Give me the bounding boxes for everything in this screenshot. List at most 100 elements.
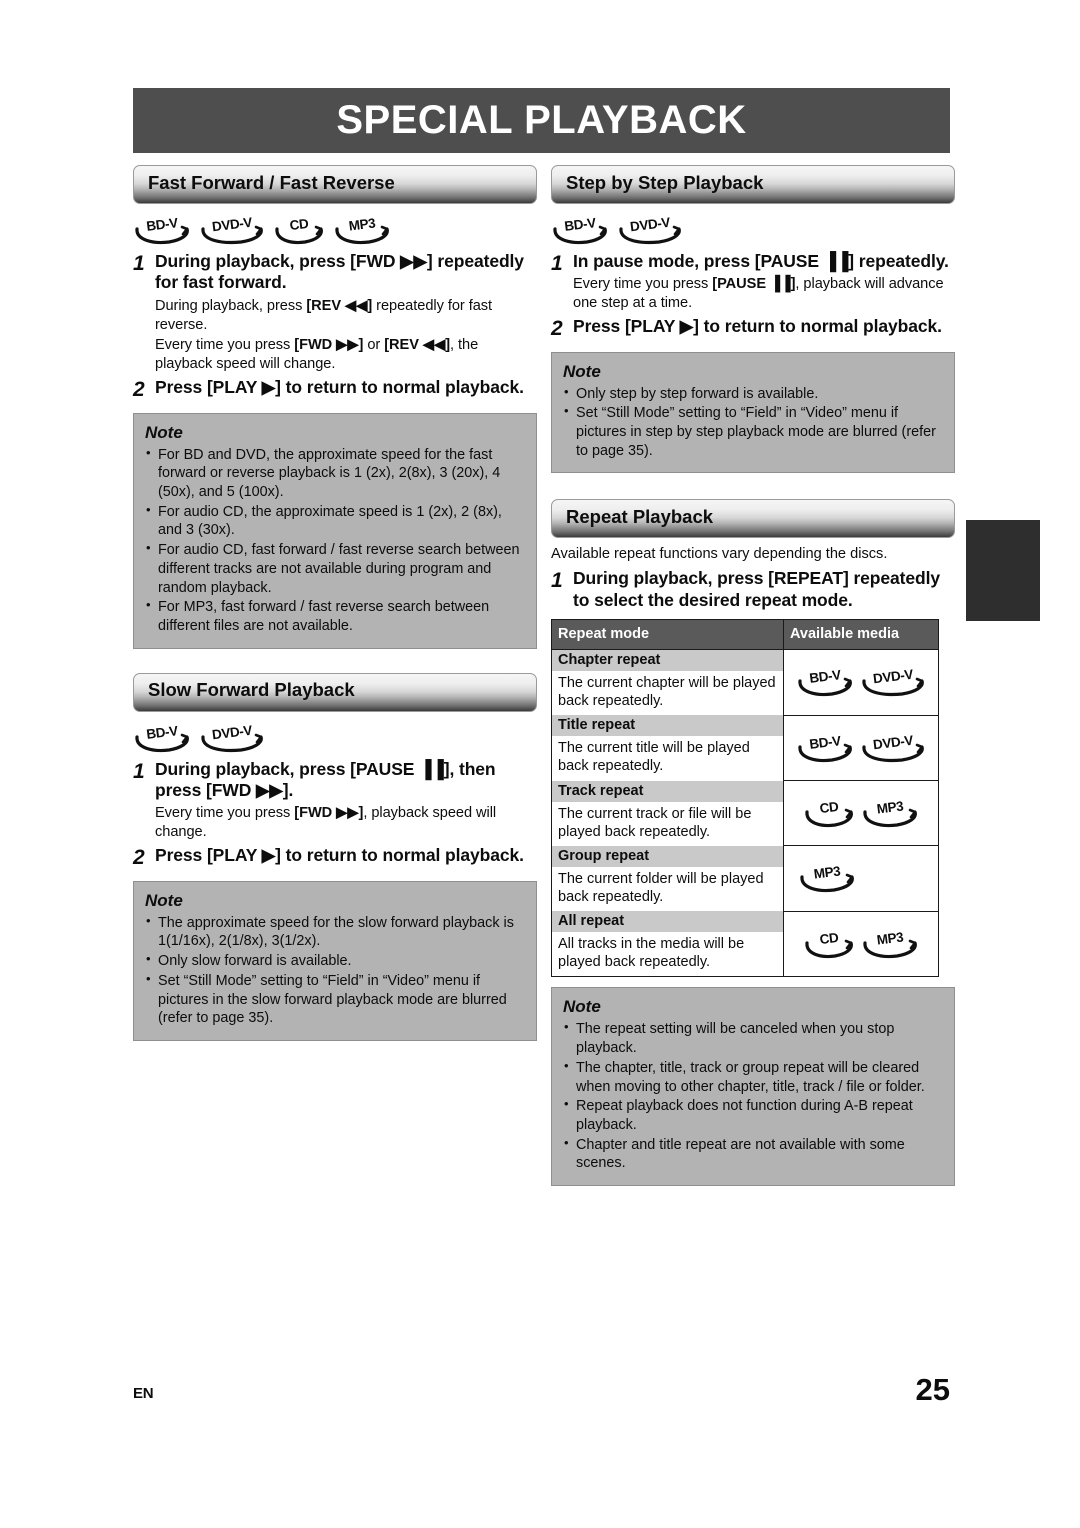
step-2: 2 Press [PLAY ▶] to return to normal pla…: [551, 316, 955, 342]
media-cell: BD-V DVD-V: [783, 649, 939, 716]
note-item: Set “Still Mode” setting to “Field” in “…: [145, 971, 525, 1028]
badge-dvd-v: DVD-V: [617, 215, 683, 245]
section-header-repeat-playback: Repeat Playback: [551, 499, 955, 539]
step-number: 2: [133, 377, 145, 401]
note-title: Note: [145, 890, 183, 910]
step-subtext: During playback, press [REV ◀◀] repeated…: [155, 297, 493, 333]
note-item: Set “Still Mode” setting to “Field” in “…: [563, 403, 943, 460]
badge-bd-v: BD-V: [133, 723, 191, 753]
step-number: 2: [551, 316, 563, 340]
badge-bd-v: BD-V: [796, 733, 854, 763]
mode-description: The current title will be played back re…: [552, 736, 783, 781]
step-subtext: Every time you press [FWD ▶▶] or [REV ◀◀…: [155, 337, 479, 373]
badge-cd: CD: [803, 929, 855, 959]
mode-cell: Chapter repeat The current chapter will …: [552, 650, 784, 716]
mode-cell: All repeat All tracks in the media will …: [552, 911, 784, 977]
step-title: During playback, press [FWD ▶▶] repeated…: [155, 251, 524, 293]
step-1: 1 During playback, press [PAUSE ▐▐], the…: [133, 759, 537, 842]
table-row: Title repeat The current title will be p…: [552, 714, 939, 782]
repeat-mode-table: Repeat mode Available media Chapter repe…: [551, 619, 939, 978]
step-number: 2: [133, 846, 145, 870]
footer-page-number: 25: [915, 1372, 950, 1407]
table-row: All repeat All tracks in the media will …: [552, 910, 939, 978]
step-subtext: Every time you press [PAUSE ▐▐], playbac…: [573, 276, 944, 312]
badge-mp3: MP3: [861, 929, 919, 959]
media-cell: CD MP3: [783, 910, 939, 978]
badge-dvd-v: DVD-V: [860, 733, 926, 763]
note-box-slow-forward: Note The approximate speed for the slow …: [133, 880, 537, 1041]
step-title: Press [PLAY ▶] to return to normal playb…: [155, 845, 524, 866]
note-item: Repeat playback does not function during…: [563, 1096, 943, 1134]
note-box-fast-forward: Note For BD and DVD, the approximate spe…: [133, 412, 537, 649]
note-list: For BD and DVD, the approximate speed fo…: [145, 445, 525, 636]
page-title-banner: SPECIAL PLAYBACK: [133, 88, 950, 153]
table-row: Group repeat The current folder will be …: [552, 845, 939, 912]
mode-cell: Title repeat The current title will be p…: [552, 715, 784, 781]
step-title: In pause mode, press [PAUSE ▐▐] repeated…: [573, 251, 949, 271]
note-item: Chapter and title repeat are not availab…: [563, 1135, 943, 1173]
section-fast-forward: Fast Forward / Fast Reverse BD-V DVD-V C…: [133, 165, 537, 649]
mode-name: Track repeat: [552, 780, 783, 802]
step-1: 1 In pause mode, press [PAUSE ▐▐] repeat…: [551, 251, 955, 313]
note-item: Only step by step forward is available.: [563, 384, 943, 404]
note-list: The approximate speed for the slow forwa…: [145, 913, 525, 1028]
step-title: During playback, press [REPEAT] repeated…: [573, 568, 940, 610]
section-title: Repeat Playback: [566, 505, 714, 527]
section-header-step-by-step: Step by Step Playback: [551, 165, 955, 204]
section-header-slow-forward: Slow Forward Playback: [133, 672, 537, 712]
table-header-row: Repeat mode Available media: [551, 619, 939, 651]
section-header-fast-forward: Fast Forward / Fast Reverse: [133, 165, 537, 204]
note-item: Only slow forward is available.: [145, 951, 525, 971]
step-title: Press [PLAY ▶] to return to normal playb…: [155, 376, 524, 397]
left-column: Fast Forward / Fast Reverse BD-V DVD-V C…: [133, 165, 537, 1041]
media-cell: CD MP3: [783, 780, 939, 847]
section-title: Step by Step Playback: [566, 171, 764, 193]
step-number: 1: [133, 759, 145, 783]
media-cell: MP3: [783, 845, 939, 912]
step-2: 2 Press [PLAY ▶] to return to normal pla…: [133, 377, 537, 403]
note-item: For BD and DVD, the approximate speed fo…: [145, 445, 525, 502]
badge-mp3: MP3: [333, 215, 391, 245]
step-title: Press [PLAY ▶] to return to normal playb…: [573, 315, 942, 336]
media-badges-step-by-step: BD-V DVD-V: [551, 211, 955, 245]
table-row: Chapter repeat The current chapter will …: [552, 649, 939, 716]
note-item: The approximate speed for the slow forwa…: [145, 913, 525, 951]
table-row: Track repeat The current track or file w…: [552, 780, 939, 847]
note-item: For audio CD, fast forward / fast revers…: [145, 540, 525, 597]
step-2: 2 Press [PLAY ▶] to return to normal pla…: [133, 845, 537, 871]
note-box-step-by-step: Note Only step by step forward is availa…: [551, 351, 955, 474]
mode-cell: Track repeat The current track or file w…: [552, 780, 784, 846]
note-title: Note: [563, 997, 601, 1017]
step-number: 1: [551, 252, 563, 275]
step-1: 1 During playback, press [REPEAT] repeat…: [551, 568, 955, 611]
badge-bd-v: BD-V: [551, 215, 609, 245]
step-1: 1 During playback, press [FWD ▶▶] repeat…: [133, 251, 537, 374]
step-subtext: Every time you press [FWD ▶▶], playback …: [155, 805, 497, 841]
right-column: Step by Step Playback BD-V DVD-V 1 In pa…: [551, 165, 955, 1187]
mode-cell: Group repeat The current folder will be …: [552, 845, 784, 912]
badge-dvd-v: DVD-V: [199, 722, 265, 753]
step-number: 1: [551, 569, 563, 593]
note-title: Note: [563, 361, 601, 381]
note-box-repeat-playback: Note The repeat setting will be canceled…: [551, 987, 955, 1187]
column-header-available-media: Available media: [783, 619, 939, 651]
badge-dvd-v: DVD-V: [199, 215, 265, 245]
chapter-edge-tab: [966, 520, 1040, 621]
media-cell: BD-V DVD-V: [783, 714, 939, 782]
mode-description: The current folder will be played back r…: [552, 866, 783, 912]
mode-description: All tracks in the media will be played b…: [552, 932, 783, 977]
section-title: Slow Forward Playback: [148, 679, 355, 701]
manual-page: SPECIAL PLAYBACK Fast Forward / Fast Rev…: [0, 0, 1080, 1528]
mode-name: Title repeat: [552, 715, 783, 737]
mode-name: Chapter repeat: [552, 650, 783, 672]
step-title: During playback, press [PAUSE ▐▐], then …: [155, 758, 496, 801]
note-item: The repeat setting will be canceled when…: [563, 1019, 943, 1057]
mode-name: Group repeat: [552, 845, 783, 867]
note-list: The repeat setting will be canceled when…: [563, 1019, 943, 1173]
badge-cd: CD: [273, 215, 325, 245]
column-header-repeat-mode: Repeat mode: [551, 619, 784, 651]
badge-mp3: MP3: [798, 863, 856, 893]
badge-mp3: MP3: [861, 798, 919, 828]
section-title: Fast Forward / Fast Reverse: [148, 171, 395, 193]
mode-name: All repeat: [552, 911, 783, 933]
